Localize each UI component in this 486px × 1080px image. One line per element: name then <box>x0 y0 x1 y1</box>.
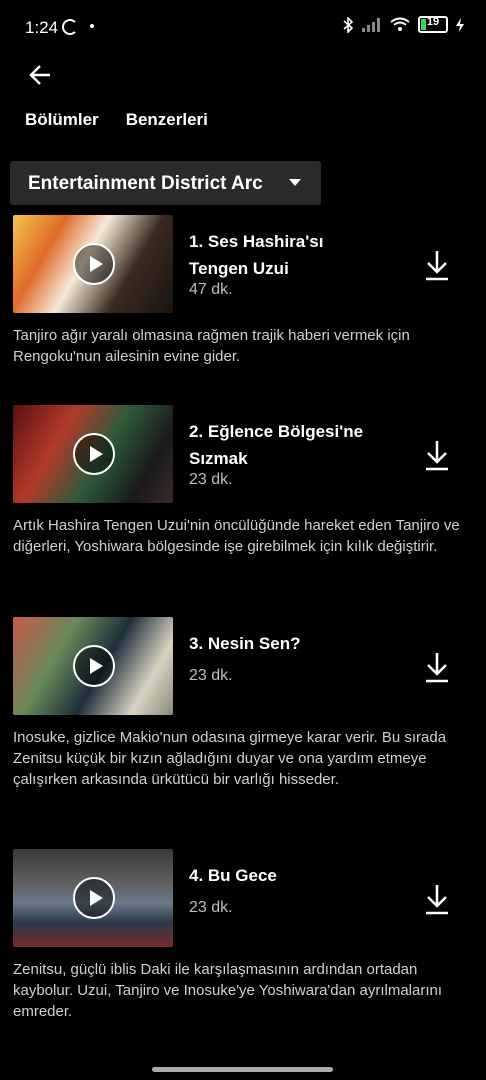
season-label: Entertainment District Arc <box>28 173 263 194</box>
episode-duration: 47 dk. <box>189 281 233 298</box>
signal-icon <box>362 17 380 32</box>
download-icon[interactable] <box>425 439 449 471</box>
play-icon[interactable] <box>73 877 115 919</box>
wifi-icon <box>390 17 410 31</box>
chevron-down-icon <box>289 179 301 186</box>
charging-icon <box>456 17 464 32</box>
episode-title: 4. Bu Gece <box>189 866 277 885</box>
status-bar: 1:24 19 <box>0 0 486 56</box>
episode-duration: 23 dk. <box>189 471 233 488</box>
status-time: 1:24 <box>25 18 59 37</box>
play-icon[interactable] <box>73 433 115 475</box>
battery-level: 19 <box>426 16 440 28</box>
tab-bar: Bölümler Benzerleri <box>25 110 208 130</box>
episode-thumbnail[interactable] <box>13 405 173 503</box>
episode-description: Inosuke, gizlice Makio'nun odasına girme… <box>13 729 447 788</box>
dot-icon <box>90 24 94 28</box>
download-icon[interactable] <box>425 651 449 683</box>
bluetooth-icon <box>343 16 354 33</box>
episode-thumbnail[interactable] <box>13 215 173 313</box>
episode-duration: 23 dk. <box>189 667 233 684</box>
season-selector[interactable]: Entertainment District Arc <box>10 161 321 205</box>
navigation-handle[interactable] <box>152 1067 333 1072</box>
episode-thumbnail[interactable] <box>13 617 173 715</box>
download-icon[interactable] <box>425 883 449 915</box>
episode-title: 1. Ses Hashira'sı Tengen Uzui <box>189 232 324 278</box>
back-arrow-icon[interactable] <box>26 60 56 90</box>
episode-duration: 23 dk. <box>189 899 233 916</box>
notification-icon <box>62 19 78 35</box>
episode-description: Tanjiro ağır yaralı olmasına rağmen traj… <box>13 327 410 365</box>
tab-episodes[interactable]: Bölümler <box>25 110 99 130</box>
battery-icon: 19 <box>418 16 448 33</box>
episode-description: Zenitsu, güçlü iblis Daki ile karşılaşma… <box>13 961 443 1020</box>
episode-thumbnail[interactable] <box>13 849 173 947</box>
download-icon[interactable] <box>425 249 449 281</box>
play-icon[interactable] <box>73 243 115 285</box>
episode-description: Artık Hashira Tengen Uzui'nin öncülüğünd… <box>13 517 460 555</box>
episode-title: 2. Eğlence Bölgesi'ne Sızmak <box>189 422 364 468</box>
play-icon[interactable] <box>73 645 115 687</box>
episode-title: 3. Nesin Sen? <box>189 634 301 653</box>
tab-similar[interactable]: Benzerleri <box>126 110 208 130</box>
